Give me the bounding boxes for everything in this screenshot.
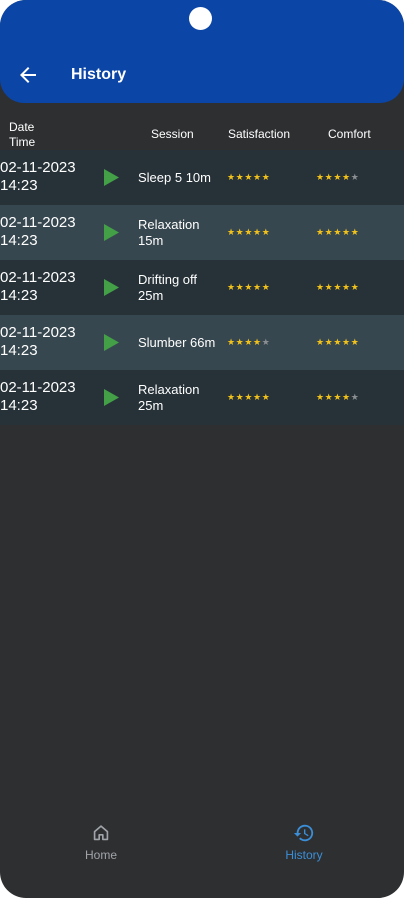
star-filled-icon: ★ [316, 282, 325, 292]
star-filled-icon: ★ [350, 227, 360, 237]
star-filled-icon: ★ [244, 337, 254, 347]
row-date: 02-11-2023 [0, 324, 76, 341]
comfort-rating: ★★★★★ [316, 172, 359, 183]
star-filled-icon: ★ [244, 392, 254, 402]
star-filled-icon: ★ [261, 172, 271, 182]
row-session: Sleep 5 10m [138, 169, 211, 185]
row-date-time: 02-11-2023 14:23 [0, 214, 76, 250]
star-filled-icon: ★ [316, 392, 325, 402]
row-date: 02-11-2023 [0, 159, 76, 176]
row-session: Slumber 66m [138, 334, 216, 350]
row-date: 02-11-2023 [0, 379, 76, 396]
row-date-time: 02-11-2023 14:23 [0, 379, 76, 415]
star-filled-icon: ★ [342, 282, 351, 292]
table-header: Date Time Session Satisfaction Comfort [0, 116, 404, 152]
star-filled-icon: ★ [333, 337, 343, 347]
star-filled-icon: ★ [227, 337, 236, 347]
star-filled-icon: ★ [244, 227, 254, 237]
satisfaction-rating: ★★★★★ [227, 282, 270, 293]
comfort-rating: ★★★★★ [316, 282, 359, 293]
play-icon[interactable] [104, 169, 119, 186]
table-row[interactable]: 02-11-2023 14:23 Relaxation 15m ★★★★★ ★★★★★ [0, 205, 404, 260]
header-date-time: Date Time [9, 120, 36, 149]
star-filled-icon: ★ [253, 337, 262, 347]
header-session: Session [151, 127, 194, 141]
star-filled-icon: ★ [316, 337, 325, 347]
star-filled-icon: ★ [316, 172, 325, 182]
home-icon [93, 825, 109, 841]
app-bar: History [0, 0, 404, 103]
star-filled-icon: ★ [253, 172, 262, 182]
star-filled-icon: ★ [342, 227, 351, 237]
table-row[interactable]: 02-11-2023 14:23 Drifting off 25m ★★★★★ ★★★★… [0, 260, 404, 315]
comfort-rating: ★★★★★ [316, 227, 359, 238]
star-empty-icon: ★ [350, 172, 360, 182]
satisfaction-rating: ★★★★★ [227, 172, 270, 183]
row-date: 02-11-2023 [0, 269, 76, 286]
star-filled-icon: ★ [244, 172, 254, 182]
play-icon[interactable] [104, 279, 119, 296]
star-filled-icon: ★ [333, 392, 343, 402]
nav-history-label: History [285, 848, 323, 862]
camera-cutout [189, 7, 212, 30]
star-filled-icon: ★ [333, 227, 343, 237]
star-filled-icon: ★ [316, 227, 325, 237]
star-filled-icon: ★ [227, 172, 236, 182]
header-satisfaction: Satisfaction [228, 127, 291, 141]
table-row[interactable]: 02-11-2023 14:23 Sleep 5 10m ★★★★★ ★★★★★ [0, 150, 404, 205]
star-filled-icon: ★ [333, 282, 343, 292]
history-icon [293, 824, 314, 842]
star-filled-icon: ★ [227, 227, 236, 237]
nav-history[interactable]: History [275, 822, 333, 862]
row-time: 14:23 [0, 232, 38, 249]
row-session: Relaxation 25m [138, 381, 200, 413]
star-filled-icon: ★ [261, 282, 271, 292]
phone-screen: History Date Time Session Satisfaction C… [0, 0, 404, 898]
star-filled-icon: ★ [253, 392, 262, 402]
satisfaction-rating: ★★★★★ [227, 337, 270, 348]
star-filled-icon: ★ [253, 227, 262, 237]
satisfaction-rating: ★★★★★ [227, 392, 270, 403]
nav-home-label: Home [84, 848, 117, 862]
star-filled-icon: ★ [333, 172, 343, 182]
star-filled-icon: ★ [261, 392, 271, 402]
row-time: 14:23 [0, 287, 38, 304]
row-time: 14:23 [0, 177, 38, 194]
star-filled-icon: ★ [350, 337, 360, 347]
table-row[interactable]: 02-11-2023 14:23 Slumber 66m ★★★★★ ★★★★★ [0, 315, 404, 370]
table-row[interactable]: 02-11-2023 14:23 Relaxation 25m ★★★★★ ★★★★★ [0, 370, 404, 425]
bottom-navigation: Home History [0, 810, 404, 898]
star-filled-icon: ★ [261, 227, 271, 237]
row-date: 02-11-2023 [0, 214, 76, 231]
row-date-time: 02-11-2023 14:23 [0, 324, 76, 360]
star-filled-icon: ★ [350, 282, 360, 292]
play-icon[interactable] [104, 334, 119, 351]
star-filled-icon: ★ [342, 392, 351, 402]
star-filled-icon: ★ [227, 282, 236, 292]
back-arrow-icon[interactable] [16, 63, 40, 87]
comfort-rating: ★★★★★ [316, 337, 359, 348]
page-title: History [71, 66, 127, 83]
comfort-rating: ★★★★★ [316, 392, 359, 403]
play-icon[interactable] [104, 389, 119, 406]
nav-home[interactable]: Home [76, 822, 126, 862]
header-comfort: Comfort [328, 127, 371, 141]
row-time: 14:23 [0, 342, 38, 359]
star-filled-icon: ★ [253, 282, 262, 292]
row-session: Drifting off 25m [138, 271, 198, 303]
row-date-time: 02-11-2023 14:23 [0, 159, 76, 195]
satisfaction-rating: ★★★★★ [227, 227, 270, 238]
row-time: 14:23 [0, 397, 38, 414]
star-filled-icon: ★ [244, 282, 254, 292]
star-filled-icon: ★ [227, 392, 236, 402]
star-empty-icon: ★ [261, 337, 271, 347]
play-icon[interactable] [104, 224, 119, 241]
row-date-time: 02-11-2023 14:23 [0, 269, 76, 305]
star-filled-icon: ★ [342, 172, 351, 182]
star-filled-icon: ★ [342, 337, 351, 347]
row-session: Relaxation 15m [138, 216, 200, 248]
history-list: 02-11-2023 14:23 Sleep 5 10m ★★★★★ ★★★★★ 02-1… [0, 150, 404, 425]
star-empty-icon: ★ [350, 392, 360, 402]
